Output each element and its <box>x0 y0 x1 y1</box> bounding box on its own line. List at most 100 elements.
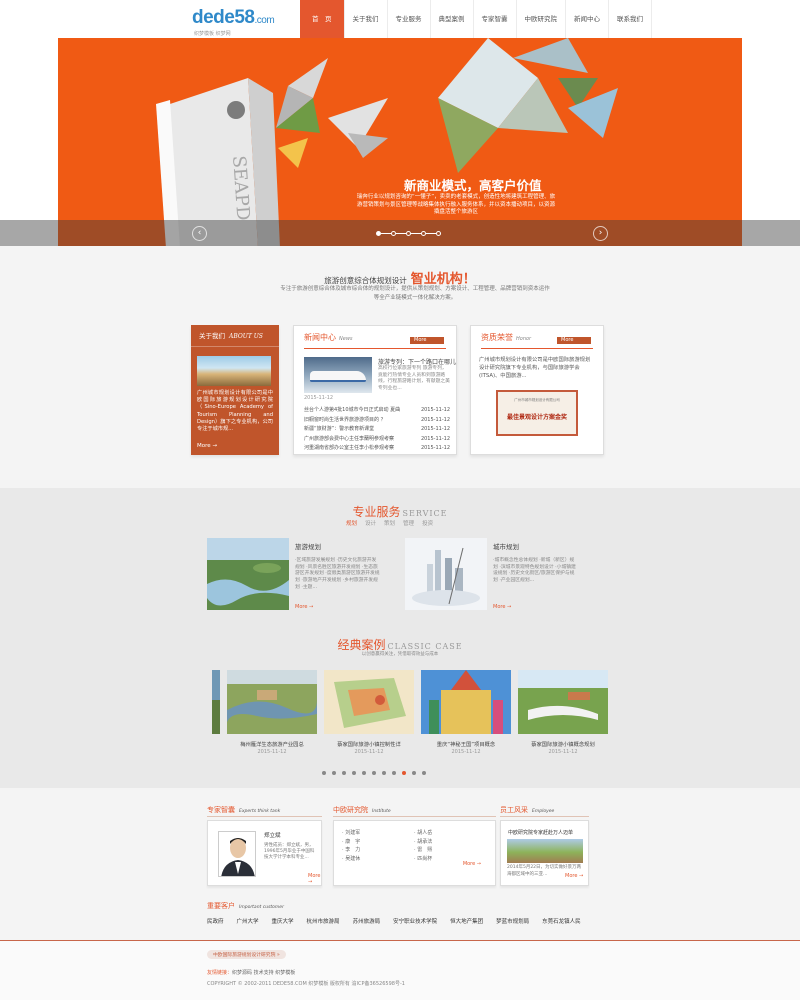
case-dot[interactable] <box>392 771 396 775</box>
case-dot[interactable] <box>322 771 326 775</box>
list-item[interactable]: · 刘建军 <box>342 829 402 838</box>
main-nav: 首 页 关于我们 专业服务 典型案例 专家智囊 中欧研究院 新闻中心 联系我们 <box>300 0 652 38</box>
list-item[interactable]: · 胡承法 <box>414 838 474 847</box>
nav-news[interactable]: 新闻中心 <box>566 0 609 38</box>
case-image[interactable] <box>421 670 511 734</box>
case-dot[interactable] <box>342 771 346 775</box>
case-caption[interactable]: 梅州雁洋生态旅游产业园总 <box>222 740 322 748</box>
employee-more-link[interactable]: More → <box>565 873 583 879</box>
banner-description: 瑞奔行业以规划咨询的“一懂子”，卖卖的老套模式，创造性地将建筑工程管理、旅游营销… <box>356 194 556 215</box>
institute-list: · 胡人岳 · 胡承法 · 雷 熙 · 匹尚杯 <box>414 829 474 864</box>
news-row[interactable]: 丝台个人游第4批10城市今日正式启动 夏曲 2015-11-12 <box>304 406 450 416</box>
intro-description: 专注于旅游创意综合体及城市综合体的规划设计，提供从策划规划、方案设计、工程管理、… <box>280 286 550 301</box>
tab-planning[interactable]: 规划 <box>346 519 357 527</box>
case-caption[interactable]: 重庆“神秘王国”项目概念 <box>416 740 516 748</box>
news-header: 新闻中心 News More <box>294 326 456 348</box>
news-row[interactable]: 新疆“旅财游”：警示教育新课堂 2015-11-12 <box>304 425 450 435</box>
list-item[interactable]: · 吴建休 <box>342 855 402 864</box>
list-item[interactable]: · 雷 熙 <box>414 846 474 855</box>
logo-domain: .com <box>254 15 275 26</box>
news-row[interactable]: 广州旅游部会费中心主任李蘭明参观考察 2015-11-12 <box>304 435 450 445</box>
intro-prefix: 旅游创意综合体规划设计 <box>324 276 407 285</box>
honor-more-button[interactable]: More <box>557 337 591 344</box>
news-more-button[interactable]: More <box>410 337 444 344</box>
footer-link-list[interactable]: 织梦源码 技术支持 织梦模板 <box>232 970 295 976</box>
client-link[interactable]: 梦蓝市规划局 <box>496 917 529 925</box>
case-dot[interactable] <box>422 771 426 775</box>
tourism-planning-image[interactable] <box>207 538 289 610</box>
site-logo[interactable]: dede58.com 织梦模板 织梦网 <box>192 8 282 38</box>
nav-cases[interactable]: 典型案例 <box>431 0 474 38</box>
client-link[interactable]: 苏州旅游局 <box>353 917 381 925</box>
expert-desc: 男性成员：郑立斌，男，1996年5月毕业于中国科技大学计学本科专业... <box>264 843 315 860</box>
tab-management[interactable]: 管理 <box>403 519 414 527</box>
divider <box>333 816 496 817</box>
news-row[interactable]: 河重湖南省部办公室主任李小松参观考察 2015-11-12 <box>304 444 450 454</box>
service-more-link[interactable]: More → <box>295 604 313 610</box>
list-item[interactable]: · 康 宇 <box>342 838 402 847</box>
news-feature-image <box>304 357 372 393</box>
urban-planning-image[interactable] <box>405 538 487 610</box>
case-dot[interactable] <box>332 771 336 775</box>
case-image[interactable] <box>324 670 414 734</box>
nav-home[interactable]: 首 页 <box>300 0 345 38</box>
client-link[interactable]: 东莞石龙镇人民 <box>542 917 581 925</box>
cases-subtitle: 以创意赢得关注，凭借取得效益与成本 <box>361 652 439 657</box>
news-list: 丝台个人游第4批10城市今日正式启动 夏曲 2015-11-12 旧橱窗时尚生活世… <box>304 406 450 454</box>
list-item[interactable]: · 胡人岳 <box>414 829 474 838</box>
certificate-image[interactable]: 广州市城市规划设计有限公司 最佳景观设计方案金奖 <box>496 390 578 436</box>
client-link[interactable]: 安宁职业技术学院 <box>393 917 437 925</box>
experts-more-link[interactable]: More → <box>308 873 321 885</box>
footer-badge[interactable]: 中欧国际旅游规划设计研究院 » <box>207 950 286 959</box>
news-row[interactable]: 旧橱窗时尚生活世界旅游游项目的 ？ 2015-11-12 <box>304 416 450 426</box>
case-image[interactable] <box>518 670 608 734</box>
tab-investment[interactable]: 投资 <box>422 519 433 527</box>
client-link[interactable]: 杭州市旅游局 <box>307 917 340 925</box>
case-date: 2015-11-12 <box>548 749 578 755</box>
about-more-link[interactable]: More → <box>197 443 217 449</box>
banner-dot[interactable] <box>436 231 441 236</box>
about-title-en: ABOUT US <box>229 333 263 340</box>
about-card: 关于我们 ABOUT US 广州城市规划设计有限公司是中欧国际旅游规划设计研究院（… <box>191 325 279 455</box>
case-dot[interactable] <box>362 771 366 775</box>
case-dot[interactable] <box>372 771 376 775</box>
case-caption[interactable]: 蔡家国际旅游小镇概念规划 <box>513 740 613 748</box>
nav-services[interactable]: 专业服务 <box>388 0 431 38</box>
honor-title-en: Honor <box>516 336 532 342</box>
case-date: 2015-11-12 <box>257 749 287 755</box>
news-feature[interactable]: 旅游专列：下一个路口在哪儿 高校行位家旅游专列 旅游专列，竟能行热情专业人员和到… <box>294 349 456 401</box>
nav-experts[interactable]: 专家智囊 <box>474 0 517 38</box>
institute-more-link[interactable]: More → <box>463 861 481 867</box>
banner-title: 新商业模式，高客户价值 <box>404 178 542 193</box>
tab-design[interactable]: 设计 <box>365 519 376 527</box>
employee-photo[interactable] <box>507 839 583 863</box>
employee-headline[interactable]: 中欧研究院专家赶赴万人迈单 <box>508 829 573 836</box>
list-item[interactable]: · 李 力 <box>342 846 402 855</box>
case-dot[interactable] <box>352 771 356 775</box>
site-footer: 中欧国际旅游规划设计研究院 » 友情链接：织梦源码 技术支持 织梦模板 COPY… <box>0 940 800 1000</box>
honor-title: 资质荣誉 <box>481 333 513 342</box>
service-name[interactable]: 城市规划 <box>493 541 519 551</box>
banner-prev-button[interactable]: ‹ <box>192 226 207 241</box>
case-dot[interactable] <box>412 771 416 775</box>
client-link[interactable]: 重庆大学 <box>272 917 294 925</box>
client-link[interactable]: 广州大学 <box>237 917 259 925</box>
nav-contact[interactable]: 联系我们 <box>609 0 652 38</box>
news-feature-title[interactable]: 旅游专列：下一个路口在哪儿 <box>378 357 456 366</box>
tab-strategy[interactable]: 策划 <box>384 519 395 527</box>
service-more-link[interactable]: More → <box>493 604 511 610</box>
case-dot[interactable] <box>382 771 386 775</box>
case-caption[interactable]: 蔡家国际旅游小镇控制性详 <box>319 740 419 748</box>
nav-institute[interactable]: 中欧研究院 <box>517 0 566 38</box>
expert-photo[interactable] <box>218 831 256 877</box>
case-image[interactable] <box>227 670 317 734</box>
client-link[interactable]: 恒大地产集团 <box>450 917 483 925</box>
client-link[interactable]: 民政府 <box>207 917 224 925</box>
employee-card: 中欧研究院专家赶赴万人迈单 2014年5月22日，为切实做好景万两海都区域中的三… <box>500 820 589 886</box>
expert-name[interactable]: 郑立斌 <box>264 831 281 839</box>
banner-next-button[interactable]: › <box>593 226 608 241</box>
nav-about[interactable]: 关于我们 <box>345 0 388 38</box>
news-feature-desc: 高校行位家旅游专列 旅游专列，竟能行热情专业人员和到旅游路线，行程旅游路计划，有… <box>378 366 450 391</box>
service-name[interactable]: 旅游规划 <box>295 541 321 551</box>
case-dot[interactable] <box>402 771 406 775</box>
